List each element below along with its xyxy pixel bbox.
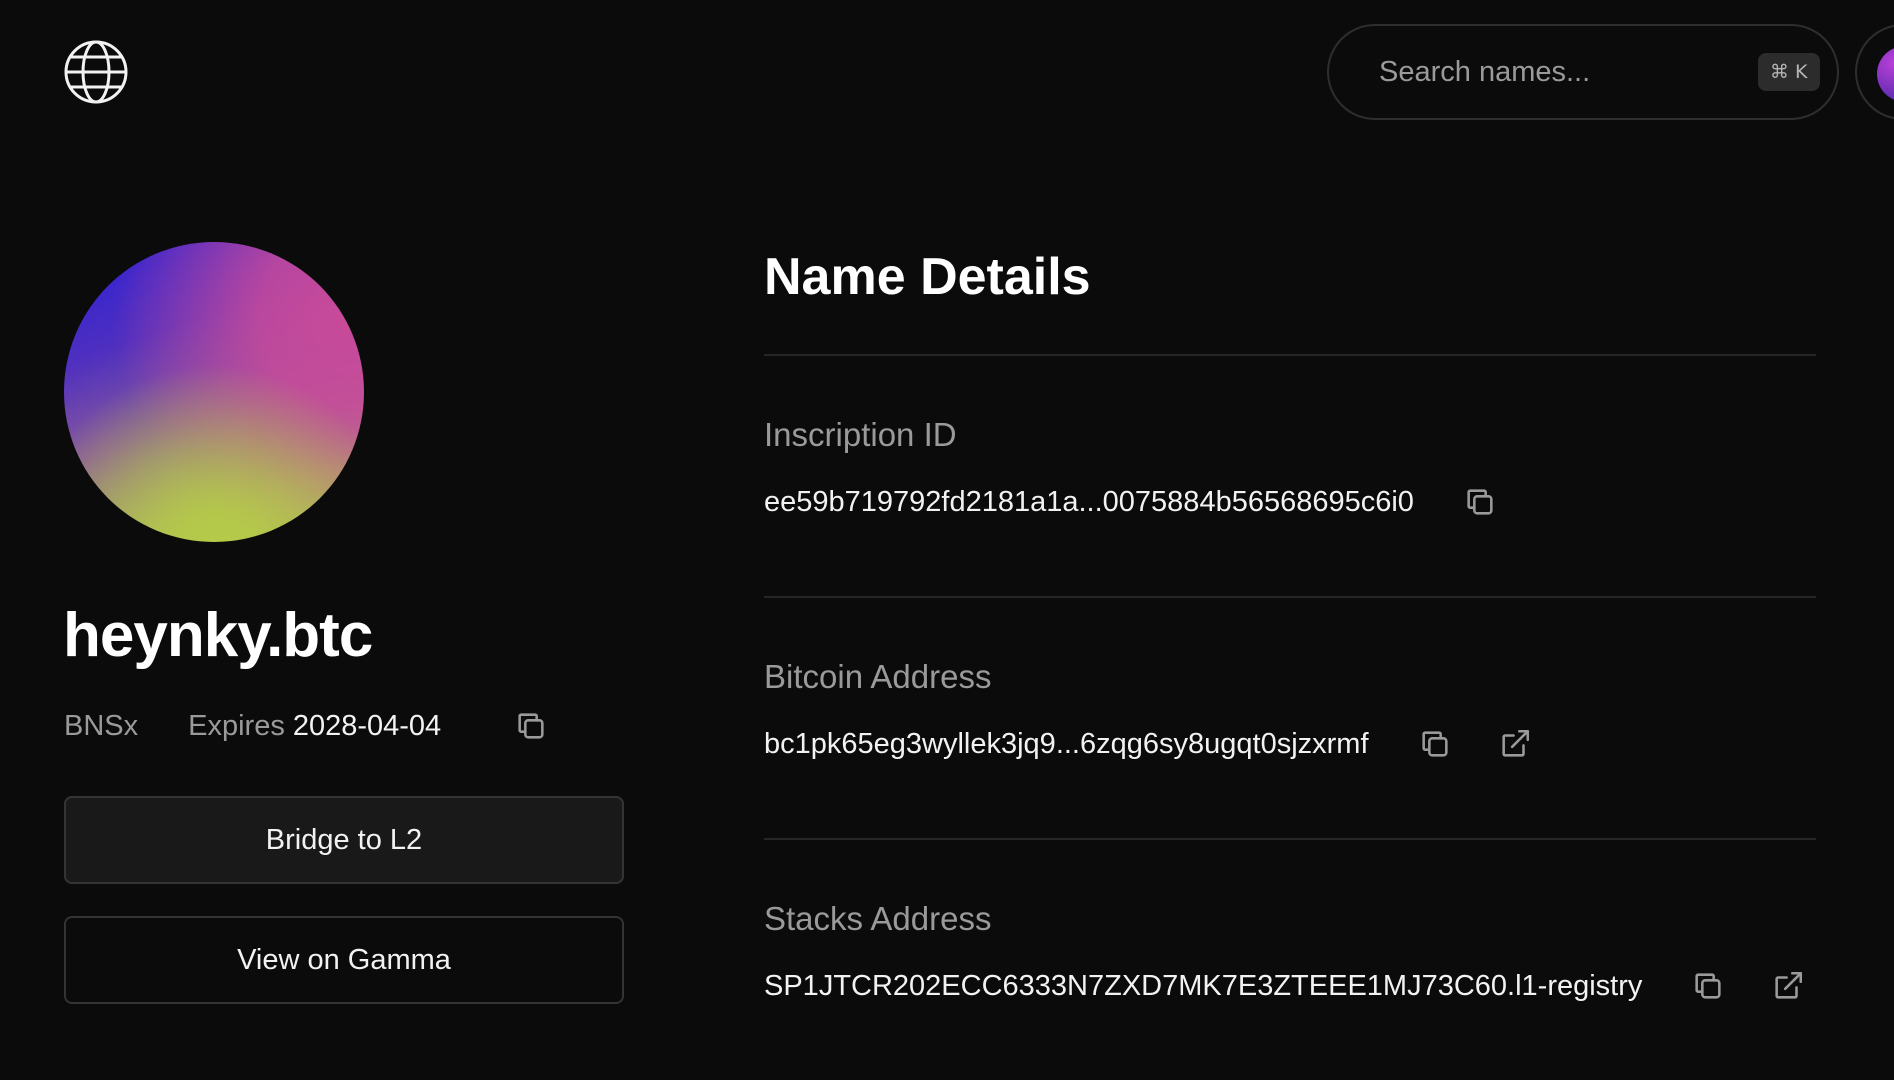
- stacks-address-value: SP1JTCR202ECC6333N7ZXD7MK7E3ZTEEE1MJ73C6…: [764, 969, 1643, 1002]
- bridge-to-l2-button[interactable]: Bridge to L2: [64, 796, 624, 884]
- globe-icon[interactable]: [63, 39, 129, 105]
- user-avatar: [1877, 46, 1894, 102]
- search-input[interactable]: [1377, 54, 1758, 90]
- inscription-section: Inscription ID ee59b719792fd2181a1a...00…: [764, 354, 1816, 596]
- name-avatar: [64, 242, 364, 542]
- user-avatar-button[interactable]: [1855, 24, 1894, 120]
- view-on-gamma-button[interactable]: View on Gamma: [64, 916, 624, 1004]
- bitcoin-address-section: Bitcoin Address bc1pk65eg3wyllek3jq9...6…: [764, 596, 1816, 838]
- page-title: Name Details: [764, 248, 1091, 306]
- search-bar[interactable]: ⌘ K: [1327, 24, 1839, 120]
- external-link-icon[interactable]: [1495, 724, 1535, 764]
- expires-date: 2028-04-04: [292, 709, 442, 742]
- namespace-label: BNSx: [64, 709, 139, 742]
- stacks-address-label: Stacks Address: [764, 900, 992, 937]
- stacks-address-section: Stacks Address SP1JTCR202ECC6333N7ZXD7MK…: [764, 838, 1816, 1080]
- bitcoin-address-label: Bitcoin Address: [764, 658, 992, 695]
- inscription-label: Inscription ID: [764, 416, 957, 453]
- external-link-icon[interactable]: [1768, 966, 1808, 1006]
- copy-bitcoin-address-icon[interactable]: [1415, 724, 1455, 764]
- name-details-panel: Name Details Inscription ID ee59b719792f…: [764, 240, 1816, 1080]
- name-title: heynky.btc: [63, 601, 373, 670]
- inscription-value: ee59b719792fd2181a1a...0075884b56568695c…: [764, 485, 1414, 518]
- bitcoin-address-value: bc1pk65eg3wyllek3jq9...6zqg6sy8ugqt0sjzx…: [764, 727, 1369, 760]
- copy-inscription-icon[interactable]: [1460, 482, 1500, 522]
- name-meta: BNSx Expires 2028-04-04: [64, 706, 551, 746]
- copy-stacks-address-icon[interactable]: [1688, 966, 1728, 1006]
- copy-name-icon[interactable]: [511, 706, 551, 746]
- search-shortcut-badge: ⌘ K: [1758, 53, 1820, 91]
- expires-label: Expires: [188, 709, 285, 742]
